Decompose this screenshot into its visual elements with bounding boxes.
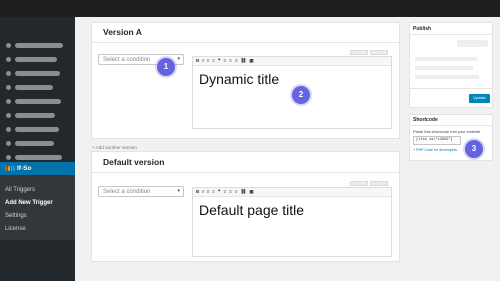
logo-bar [7,166,10,171]
menu-item-placeholder[interactable] [15,71,60,76]
tab-text[interactable] [370,181,388,186]
tab-visual[interactable] [350,50,368,55]
shortcode-title: Shortcode [413,117,438,123]
menu-icon [6,127,11,132]
divider [410,34,492,35]
default-version-title: Default version [103,157,165,167]
menu-item-placeholder[interactable] [15,43,63,48]
admin-sidebar [0,17,75,281]
select-placeholder: Select a condition [103,189,151,195]
preview-button[interactable] [457,40,488,47]
menu-icon [6,57,11,62]
chevron-down-icon: ▾ [177,188,180,194]
submenu-all-triggers[interactable]: All Triggers [5,186,35,194]
align-left-icon[interactable]: ≡ [223,58,226,64]
menu-icon [6,43,11,48]
chevron-down-icon: ▾ [177,56,180,62]
editor-toolbar: B I ≡ ≡ ❝ ≡ ≡ ≡ ⛓ ▦ [193,57,391,66]
select-placeholder: Select a condition [103,57,151,63]
italic-icon[interactable]: I [202,189,203,195]
menu-item-placeholder[interactable] [15,141,54,146]
step-badge-3: 3 [465,140,483,158]
numbered-list-icon[interactable]: ≡ [212,58,215,64]
sidebar-item-ifso[interactable]: If-So [0,162,75,175]
step-badge-1: 1 [157,58,175,76]
quote-icon[interactable]: ❝ [218,189,220,195]
menu-icon [6,71,11,76]
menu-icon [6,85,11,90]
menu-icon [6,141,11,146]
toolbar-toggle-icon[interactable]: ▦ [249,189,253,195]
divider [92,42,399,43]
ifso-submenu: All Triggers Add New Trigger Settings Li… [0,175,75,240]
editor-tabs-a [350,50,388,55]
divider [410,125,492,126]
version-a-title: Version A [103,27,142,37]
menu-item-placeholder[interactable] [15,127,59,132]
add-version-link[interactable]: + Add another version [92,145,137,150]
align-right-icon[interactable]: ≡ [235,58,238,64]
publish-visibility-row [415,66,473,70]
publish-title: Publish [413,26,432,32]
bullet-list-icon[interactable]: ≡ [207,58,210,64]
update-button[interactable]: Update [469,94,490,103]
publish-date-row [415,75,479,79]
menu-icon [6,155,11,160]
editor-content[interactable]: Default page title [199,202,304,218]
align-center-icon[interactable]: ≡ [229,189,232,195]
shortcode-description: Paste this shortcode into your website [413,129,481,134]
sidebar-item-label: If-So [17,165,32,172]
menu-item-placeholder[interactable] [15,85,53,90]
logo-bar [13,166,15,171]
align-center-icon[interactable]: ≡ [229,58,232,64]
italic-icon[interactable]: I [202,58,203,64]
publish-status-row [415,57,477,61]
menu-icon [6,99,11,104]
divider [410,88,492,89]
submenu-settings[interactable]: Settings [5,212,27,220]
php-code-link[interactable]: + PHP Code for developers [413,148,457,152]
ifso-logo-icon [5,166,15,171]
menu-item-placeholder[interactable] [15,155,62,160]
editor-default[interactable]: B I ≡ ≡ ❝ ≡ ≡ ≡ ⛓ ▦ Default page title [192,187,392,257]
align-left-icon[interactable]: ≡ [223,189,226,195]
editor-toolbar: B I ≡ ≡ ❝ ≡ ≡ ≡ ⛓ ▦ [193,188,391,197]
link-icon[interactable]: ⛓ [241,189,247,195]
bold-icon[interactable]: B [196,189,199,195]
menu-icon [6,113,11,118]
logo-bar [5,166,7,171]
align-right-icon[interactable]: ≡ [235,189,238,195]
admin-top-bar [0,0,500,17]
editor-tabs-default [350,181,388,186]
logo-bar [10,166,13,171]
menu-item-placeholder[interactable] [15,99,61,104]
tab-text[interactable] [370,50,388,55]
toolbar-toggle-icon[interactable]: ▦ [249,58,253,64]
editor-content[interactable]: Dynamic title [199,71,279,87]
bullet-list-icon[interactable]: ≡ [207,189,210,195]
bold-icon[interactable]: B [196,58,199,64]
submenu-license[interactable]: License [5,225,26,233]
submenu-add-new-trigger[interactable]: Add New Trigger [5,199,53,207]
quote-icon[interactable]: ❝ [218,58,220,64]
condition-select-default[interactable]: Select a condition ▾ [98,186,184,197]
menu-item-placeholder[interactable] [15,113,55,118]
step-badge-2: 2 [292,86,310,104]
menu-item-placeholder[interactable] [15,57,57,62]
link-icon[interactable]: ⛓ [241,58,247,64]
divider [92,172,399,173]
numbered-list-icon[interactable]: ≡ [212,189,215,195]
shortcode-field[interactable]: [ifso id="13803"] [413,136,461,145]
tab-visual[interactable] [350,181,368,186]
